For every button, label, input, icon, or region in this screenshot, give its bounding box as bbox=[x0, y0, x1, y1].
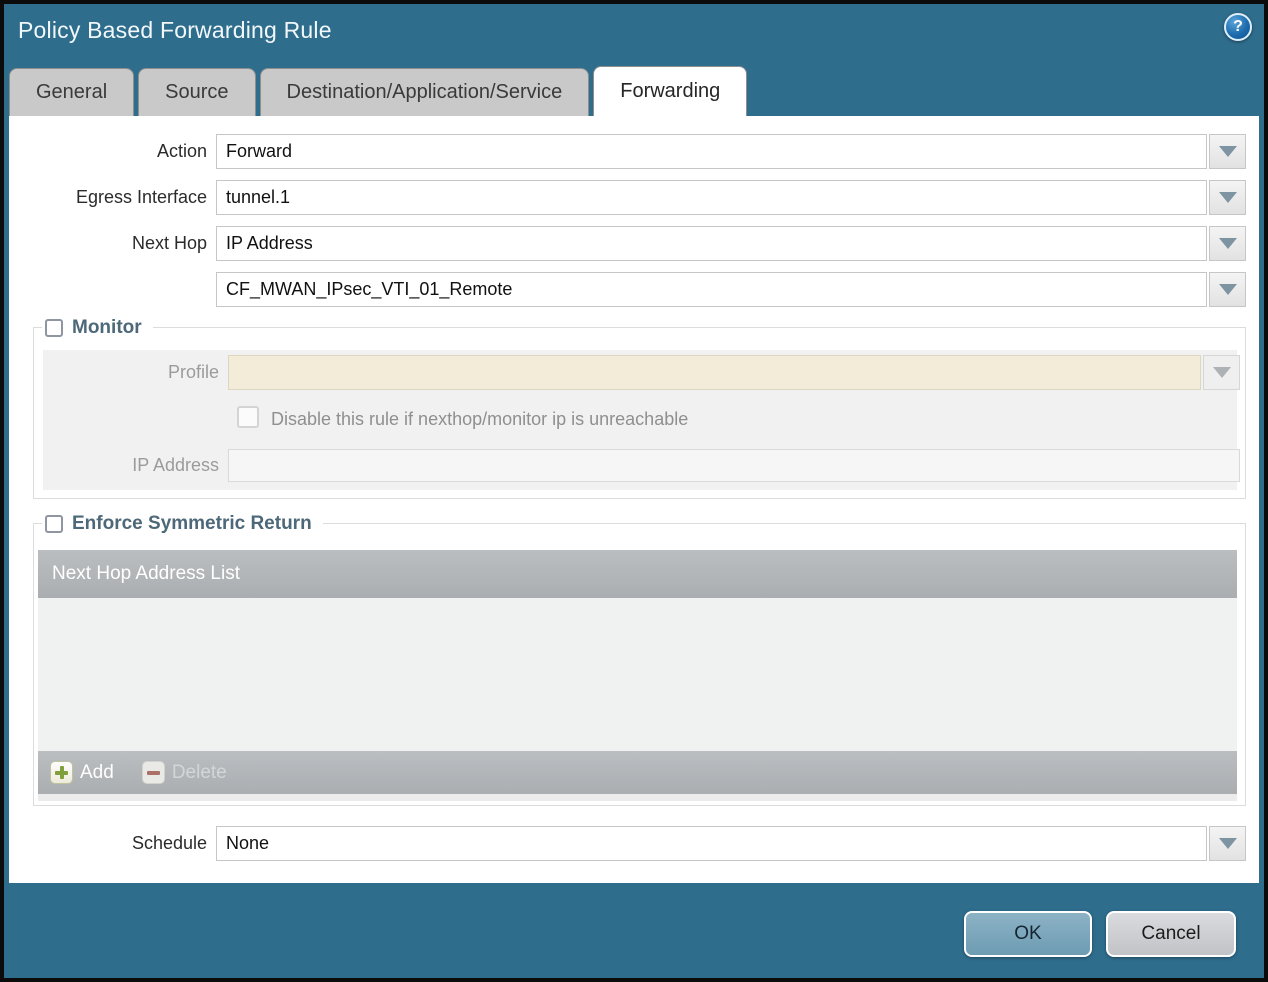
dialog-titlebar: Policy Based Forwarding Rule ? bbox=[0, 0, 1268, 60]
tab-forwarding[interactable]: Forwarding bbox=[593, 66, 748, 116]
minus-icon bbox=[141, 761, 165, 784]
tab-destination-application-service[interactable]: Destination/Application/Service bbox=[259, 68, 590, 116]
enforce-symmetric-return-legend: Enforce Symmetric Return bbox=[42, 510, 323, 537]
next-hop-address-list-body bbox=[38, 598, 1237, 751]
next-hop-label: Next Hop bbox=[131, 233, 207, 253]
schedule-label: Schedule bbox=[131, 833, 207, 853]
dialog-title: Policy Based Forwarding Rule bbox=[18, 17, 332, 43]
egress-interface-combo: tunnel.1 bbox=[216, 180, 1246, 215]
next-hop-type-dropdown-button[interactable] bbox=[1209, 226, 1246, 261]
table-bottom-strip bbox=[38, 794, 1237, 801]
tab-source[interactable]: Source bbox=[138, 68, 256, 116]
delete-button-label: Delete bbox=[171, 761, 227, 783]
cancel-button[interactable]: Cancel bbox=[1106, 911, 1236, 957]
egress-interface-dropdown-button[interactable] bbox=[1209, 180, 1246, 215]
monitor-checkbox[interactable] bbox=[45, 318, 63, 337]
add-button-label: Add bbox=[80, 761, 114, 783]
chevron-down-icon bbox=[1218, 284, 1237, 295]
monitor-legend-label: Monitor bbox=[72, 316, 142, 338]
next-hop-address-dropdown-button[interactable] bbox=[1209, 272, 1246, 307]
forwarding-tab-panel: Action Forward Egress Interface tunnel.1… bbox=[9, 116, 1259, 883]
add-button[interactable]: Add bbox=[50, 761, 114, 784]
next-hop-address-list-table: Next Hop Address List Add Delete bbox=[38, 550, 1237, 801]
profile-dropdown-button bbox=[1203, 355, 1240, 390]
action-dropdown-button[interactable] bbox=[1209, 134, 1246, 169]
monitor-ip-address-input bbox=[228, 449, 1240, 482]
action-label: Action bbox=[156, 141, 207, 161]
plus-icon bbox=[50, 761, 73, 784]
next-hop-type-select[interactable]: IP Address bbox=[216, 226, 1207, 261]
action-combo: Forward bbox=[216, 134, 1246, 169]
enforce-symmetric-return-legend-label: Enforce Symmetric Return bbox=[72, 512, 312, 534]
schedule-select[interactable]: None bbox=[216, 826, 1207, 861]
pbf-rule-dialog: Policy Based Forwarding Rule ? General S… bbox=[0, 0, 1268, 982]
tab-bar: General Source Destination/Application/S… bbox=[9, 66, 748, 116]
chevron-down-icon bbox=[1218, 192, 1237, 203]
action-select[interactable]: Forward bbox=[216, 134, 1207, 169]
schedule-dropdown-button[interactable] bbox=[1209, 826, 1246, 861]
delete-button: Delete bbox=[141, 761, 227, 784]
next-hop-address-combo: CF_MWAN_IPsec_VTI_01_Remote bbox=[216, 272, 1246, 307]
disable-rule-label: Disable this rule if nexthop/monitor ip … bbox=[271, 409, 689, 429]
schedule-combo: None bbox=[216, 826, 1246, 861]
enforce-symmetric-return-checkbox[interactable] bbox=[45, 514, 63, 533]
monitor-ip-address-label: IP Address bbox=[132, 455, 219, 475]
profile-combo bbox=[228, 355, 1240, 390]
egress-interface-select[interactable]: tunnel.1 bbox=[216, 180, 1207, 215]
ok-button[interactable]: OK bbox=[964, 911, 1092, 957]
chevron-down-icon bbox=[1218, 238, 1237, 249]
monitor-legend: Monitor bbox=[42, 314, 153, 341]
profile-select bbox=[228, 355, 1201, 390]
disable-rule-checkbox bbox=[237, 406, 259, 428]
chevron-down-icon bbox=[1212, 367, 1231, 378]
next-hop-address-list-toolbar: Add Delete bbox=[38, 751, 1237, 794]
chevron-down-icon bbox=[1218, 146, 1237, 157]
next-hop-type-combo: IP Address bbox=[216, 226, 1246, 261]
next-hop-address-list-header: Next Hop Address List bbox=[38, 550, 1237, 598]
next-hop-address-select[interactable]: CF_MWAN_IPsec_VTI_01_Remote bbox=[216, 272, 1207, 307]
chevron-down-icon bbox=[1218, 838, 1237, 849]
egress-interface-label: Egress Interface bbox=[75, 187, 207, 207]
tab-general[interactable]: General bbox=[9, 68, 135, 116]
profile-label: Profile bbox=[167, 362, 219, 382]
help-icon[interactable]: ? bbox=[1224, 13, 1252, 41]
